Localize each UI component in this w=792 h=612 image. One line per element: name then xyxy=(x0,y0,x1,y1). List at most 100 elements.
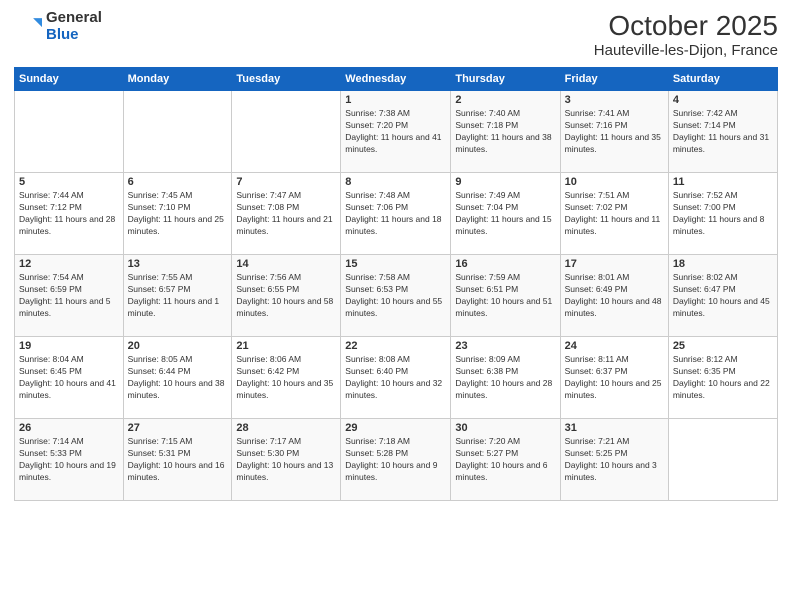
calendar-cell xyxy=(668,419,777,501)
day-number: 11 xyxy=(673,176,773,188)
day-content: Sunrise: 7:52 AM Sunset: 7:00 PM Dayligh… xyxy=(673,190,773,238)
day-content: Sunrise: 7:59 AM Sunset: 6:51 PM Dayligh… xyxy=(455,272,555,320)
day-number: 21 xyxy=(236,340,336,352)
day-number: 28 xyxy=(236,422,336,434)
day-number: 13 xyxy=(128,258,228,270)
day-content: Sunrise: 7:49 AM Sunset: 7:04 PM Dayligh… xyxy=(455,190,555,238)
calendar-cell: 25Sunrise: 8:12 AM Sunset: 6:35 PM Dayli… xyxy=(668,337,777,419)
day-number: 20 xyxy=(128,340,228,352)
day-number: 16 xyxy=(455,258,555,270)
day-content: Sunrise: 8:02 AM Sunset: 6:47 PM Dayligh… xyxy=(673,272,773,320)
logo-icon xyxy=(14,13,42,41)
day-number: 10 xyxy=(565,176,664,188)
weekday-header-row: SundayMondayTuesdayWednesdayThursdayFrid… xyxy=(15,68,778,91)
day-number: 31 xyxy=(565,422,664,434)
day-content: Sunrise: 8:11 AM Sunset: 6:37 PM Dayligh… xyxy=(565,354,664,402)
calendar-cell: 16 Sunrise: 7:59 AM Sunset: 6:51 PM Dayli… xyxy=(451,255,560,337)
day-number: 17 xyxy=(565,258,664,270)
weekday-header-saturday: Saturday xyxy=(668,68,777,91)
page: General Blue October 2025 Hauteville-les… xyxy=(0,0,792,612)
weekday-header-monday: Monday xyxy=(123,68,232,91)
day-number: 9 xyxy=(455,176,555,188)
calendar-header: SundayMondayTuesdayWednesdayThursdayFrid… xyxy=(15,68,778,91)
calendar-cell xyxy=(232,91,341,173)
day-number: 19 xyxy=(19,340,119,352)
calendar-body: 1 Sunrise: 7:38 AM Sunset: 7:20 PM Daylig… xyxy=(15,91,778,501)
logo-text: General Blue xyxy=(46,10,102,43)
day-content: Sunrise: 7:18 AM Sunset: 5:28 PM Dayligh… xyxy=(345,436,446,484)
weekday-header-tuesday: Tuesday xyxy=(232,68,341,91)
day-number: 24 xyxy=(565,340,664,352)
day-number: 30 xyxy=(455,422,555,434)
weekday-header-sunday: Sunday xyxy=(15,68,124,91)
day-content: Sunrise: 7:58 AM Sunset: 6:53 PM Dayligh… xyxy=(345,272,446,320)
calendar-cell: 12Sunrise: 7:54 AM Sunset: 6:59 PM Dayli… xyxy=(15,255,124,337)
day-content: Sunrise: 7:42 AM Sunset: 7:14 PM Dayligh… xyxy=(673,108,773,156)
calendar-cell: 13 Sunrise: 7:55 AM Sunset: 6:57 PM Dayli… xyxy=(123,255,232,337)
calendar-cell: 31 Sunrise: 7:21 AM Sunset: 5:25 PM Dayli… xyxy=(560,419,668,501)
calendar-cell: 4 Sunrise: 7:42 AM Sunset: 7:14 PM Daylig… xyxy=(668,91,777,173)
calendar-week-3: 19Sunrise: 8:04 AM Sunset: 6:45 PM Dayli… xyxy=(15,337,778,419)
day-content: Sunrise: 7:38 AM Sunset: 7:20 PM Dayligh… xyxy=(345,108,446,156)
day-number: 14 xyxy=(236,258,336,270)
day-content: Sunrise: 7:47 AM Sunset: 7:08 PM Dayligh… xyxy=(236,190,336,238)
logo-blue: Blue xyxy=(46,27,102,44)
day-number: 27 xyxy=(128,422,228,434)
day-content: Sunrise: 7:51 AM Sunset: 7:02 PM Dayligh… xyxy=(565,190,664,238)
calendar-cell: 1 Sunrise: 7:38 AM Sunset: 7:20 PM Daylig… xyxy=(341,91,451,173)
day-number: 12 xyxy=(19,258,119,270)
calendar-cell: 6 Sunrise: 7:45 AM Sunset: 7:10 PM Daylig… xyxy=(123,173,232,255)
weekday-header-wednesday: Wednesday xyxy=(341,68,451,91)
calendar-cell: 23Sunrise: 8:09 AM Sunset: 6:38 PM Dayli… xyxy=(451,337,560,419)
calendar-cell: 5 Sunrise: 7:44 AM Sunset: 7:12 PM Daylig… xyxy=(15,173,124,255)
day-content: Sunrise: 7:48 AM Sunset: 7:06 PM Dayligh… xyxy=(345,190,446,238)
day-content: Sunrise: 7:55 AM Sunset: 6:57 PM Dayligh… xyxy=(128,272,228,320)
day-number: 3 xyxy=(565,94,664,106)
day-number: 8 xyxy=(345,176,446,188)
calendar-cell: 3 Sunrise: 7:41 AM Sunset: 7:16 PM Daylig… xyxy=(560,91,668,173)
calendar-cell: 19Sunrise: 8:04 AM Sunset: 6:45 PM Dayli… xyxy=(15,337,124,419)
calendar-cell: 17 Sunrise: 8:01 AM Sunset: 6:49 PM Dayli… xyxy=(560,255,668,337)
month-title: October 2025 xyxy=(594,10,778,42)
day-number: 15 xyxy=(345,258,446,270)
calendar-cell xyxy=(15,91,124,173)
calendar-cell: 30Sunrise: 7:20 AM Sunset: 5:27 PM Dayli… xyxy=(451,419,560,501)
calendar-cell: 22 Sunrise: 8:08 AM Sunset: 6:40 PM Dayli… xyxy=(341,337,451,419)
day-content: Sunrise: 7:44 AM Sunset: 7:12 PM Dayligh… xyxy=(19,190,119,238)
calendar-table: SundayMondayTuesdayWednesdayThursdayFrid… xyxy=(14,67,778,501)
calendar-cell: 10 Sunrise: 7:51 AM Sunset: 7:02 PM Dayli… xyxy=(560,173,668,255)
calendar-cell: 27 Sunrise: 7:15 AM Sunset: 5:31 PM Dayli… xyxy=(123,419,232,501)
day-number: 5 xyxy=(19,176,119,188)
day-content: Sunrise: 8:06 AM Sunset: 6:42 PM Dayligh… xyxy=(236,354,336,402)
day-content: Sunrise: 7:21 AM Sunset: 5:25 PM Dayligh… xyxy=(565,436,664,484)
day-number: 1 xyxy=(345,94,446,106)
calendar-cell: 24 Sunrise: 8:11 AM Sunset: 6:37 PM Dayli… xyxy=(560,337,668,419)
day-content: Sunrise: 7:41 AM Sunset: 7:16 PM Dayligh… xyxy=(565,108,664,156)
calendar-cell: 11 Sunrise: 7:52 AM Sunset: 7:00 PM Dayli… xyxy=(668,173,777,255)
day-content: Sunrise: 8:05 AM Sunset: 6:44 PM Dayligh… xyxy=(128,354,228,402)
calendar-cell: 9 Sunrise: 7:49 AM Sunset: 7:04 PM Daylig… xyxy=(451,173,560,255)
calendar-week-0: 1 Sunrise: 7:38 AM Sunset: 7:20 PM Daylig… xyxy=(15,91,778,173)
day-content: Sunrise: 8:01 AM Sunset: 6:49 PM Dayligh… xyxy=(565,272,664,320)
day-content: Sunrise: 8:12 AM Sunset: 6:35 PM Dayligh… xyxy=(673,354,773,402)
day-content: Sunrise: 7:45 AM Sunset: 7:10 PM Dayligh… xyxy=(128,190,228,238)
calendar-cell: 29Sunrise: 7:18 AM Sunset: 5:28 PM Dayli… xyxy=(341,419,451,501)
logo: General Blue xyxy=(14,10,102,43)
calendar-cell: 7Sunrise: 7:47 AM Sunset: 7:08 PM Daylig… xyxy=(232,173,341,255)
day-content: Sunrise: 8:09 AM Sunset: 6:38 PM Dayligh… xyxy=(455,354,555,402)
logo-general: General xyxy=(46,10,102,27)
calendar-cell: 20 Sunrise: 8:05 AM Sunset: 6:44 PM Dayli… xyxy=(123,337,232,419)
calendar-cell: 18Sunrise: 8:02 AM Sunset: 6:47 PM Dayli… xyxy=(668,255,777,337)
calendar-cell: 14 Sunrise: 7:56 AM Sunset: 6:55 PM Dayli… xyxy=(232,255,341,337)
day-number: 22 xyxy=(345,340,446,352)
day-content: Sunrise: 7:56 AM Sunset: 6:55 PM Dayligh… xyxy=(236,272,336,320)
calendar-week-2: 12Sunrise: 7:54 AM Sunset: 6:59 PM Dayli… xyxy=(15,255,778,337)
day-number: 6 xyxy=(128,176,228,188)
day-content: Sunrise: 7:14 AM Sunset: 5:33 PM Dayligh… xyxy=(19,436,119,484)
day-content: Sunrise: 8:08 AM Sunset: 6:40 PM Dayligh… xyxy=(345,354,446,402)
day-number: 4 xyxy=(673,94,773,106)
day-content: Sunrise: 7:15 AM Sunset: 5:31 PM Dayligh… xyxy=(128,436,228,484)
calendar-cell: 28Sunrise: 7:17 AM Sunset: 5:30 PM Dayli… xyxy=(232,419,341,501)
title-block: October 2025 Hauteville-les-Dijon, Franc… xyxy=(594,10,778,59)
calendar-week-4: 26Sunrise: 7:14 AM Sunset: 5:33 PM Dayli… xyxy=(15,419,778,501)
